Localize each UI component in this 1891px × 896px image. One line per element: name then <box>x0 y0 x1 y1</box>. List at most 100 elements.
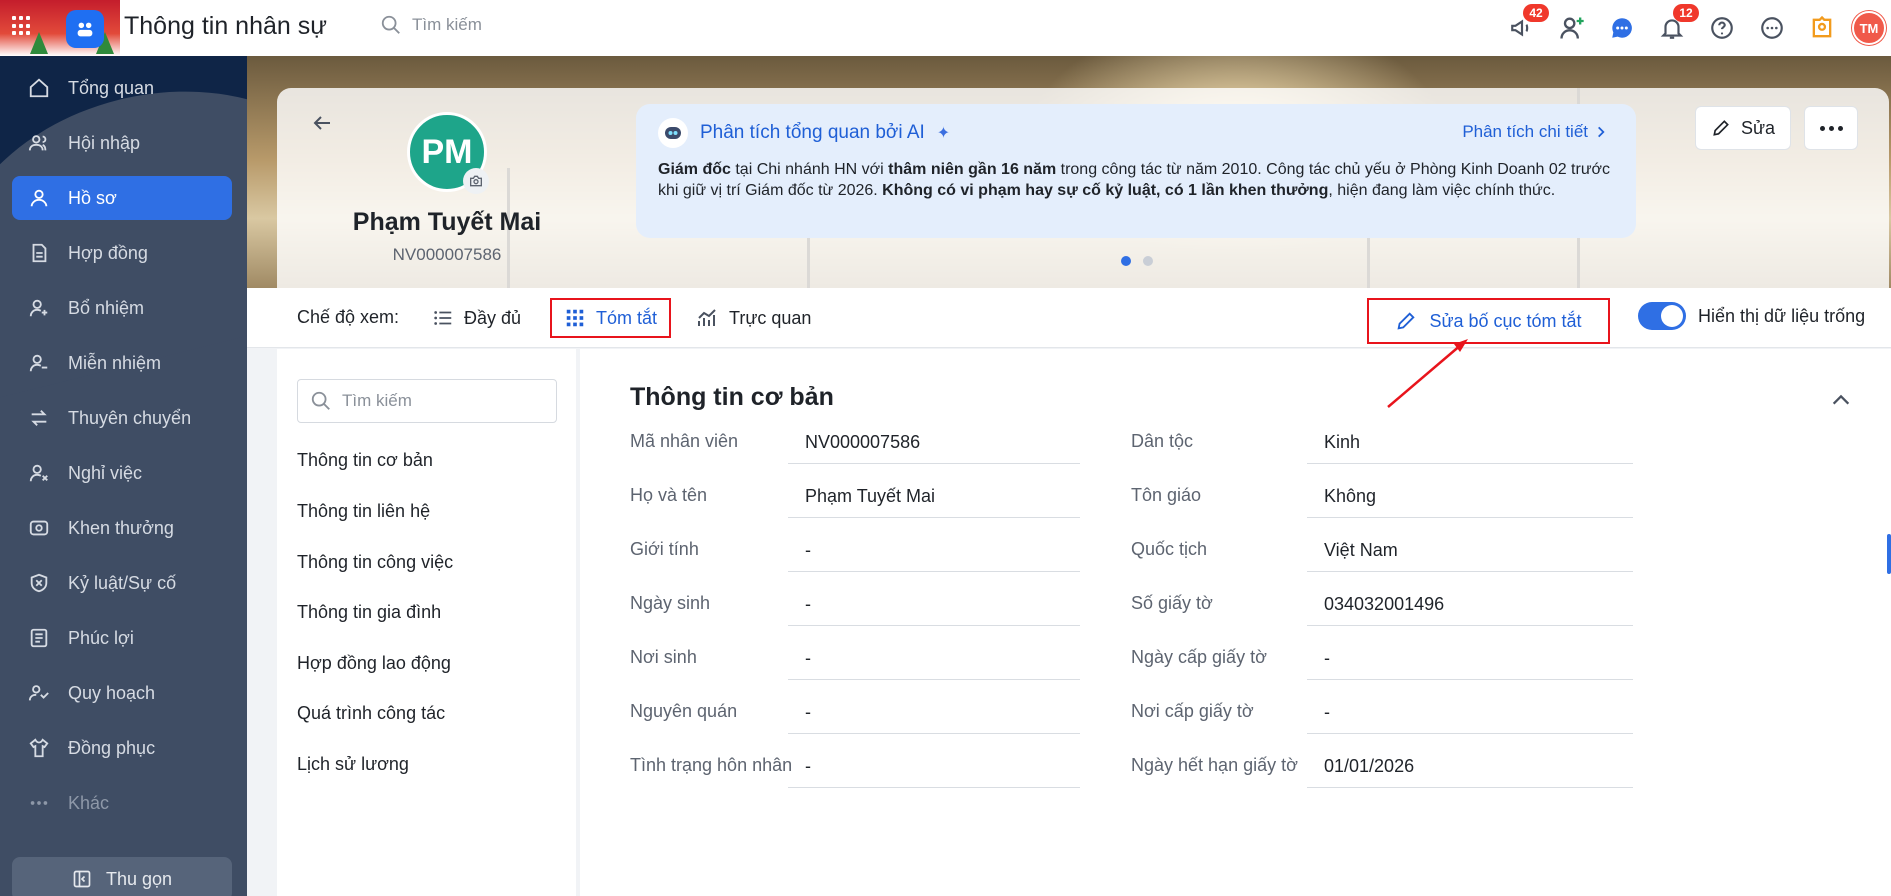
back-button[interactable] <box>307 108 337 138</box>
sidebar-item[interactable]: Quy hoạch <box>12 671 232 715</box>
global-search[interactable]: Tìm kiếm <box>380 14 482 36</box>
sidebar-item[interactable]: Bổ nhiệm <box>12 286 232 330</box>
collapse-sidebar-button[interactable]: Thu gọn <box>12 857 232 896</box>
field-label: Ngày hết hạn giấy tờ <box>1131 755 1298 775</box>
sidebar-item-label: Nghỉ việc <box>68 462 143 483</box>
app-grid-icon[interactable] <box>12 16 32 36</box>
field-label: Nguyên quán <box>630 701 738 721</box>
sidebar-item-label: Khen thưởng <box>68 517 174 538</box>
view-option-summary-label: Tóm tắt <box>596 307 658 328</box>
section-nav-item[interactable]: Thông tin cơ bản <box>297 450 433 471</box>
chevron-right-icon <box>1598 126 1605 138</box>
sidebar-item-label: Khác <box>68 792 110 813</box>
section-nav-item[interactable]: Quá trình công tác <box>297 703 445 724</box>
add-user-button[interactable] <box>1547 0 1597 56</box>
field-value: - <box>1307 692 1633 734</box>
user-minus-icon <box>28 352 50 374</box>
user-avatar-button[interactable]: TM <box>1847 0 1891 56</box>
ai-robot-icon <box>658 118 688 148</box>
sidebar-item[interactable]: Hội nhập <box>12 121 232 165</box>
sidebar-item-label: Phúc lợi <box>68 627 134 648</box>
planning-icon <box>28 682 50 704</box>
change-photo-button[interactable] <box>463 168 489 194</box>
ai-detail-label: Phân tích chi tiết <box>1462 122 1588 141</box>
ai-summary-title: Phân tích tổng quan bởi AI <box>700 122 925 143</box>
employee-code: NV000007586 <box>392 245 502 264</box>
location-user-icon <box>1812 15 1832 38</box>
list-icon <box>434 311 452 325</box>
section-nav-item[interactable]: Thông tin công việc <box>297 552 453 573</box>
ai-summary-text: Giám đốc tại Chi nhánh HN với thâm niên … <box>658 159 1618 201</box>
checkin-button[interactable] <box>1797 0 1847 56</box>
field-label: Dân tộc <box>1131 431 1194 451</box>
more-apps-button[interactable] <box>1747 0 1797 56</box>
edit-profile-label: Sửa <box>1740 117 1776 138</box>
sidebar-menu: Tổng quan Hội nhập Hồ sơ Hợp đồng Bổ nhiệm Mi… <box>12 66 232 836</box>
section-nav-panel: Tìm kiếm Thông tin cơ bản Thông tin liên … <box>277 349 576 896</box>
sidebar-item[interactable]: Hợp đồng <box>12 231 232 275</box>
sidebar-item[interactable]: Khác <box>12 781 232 825</box>
notification-badge: 12 <box>1673 4 1699 22</box>
document-icon <box>28 242 50 264</box>
search-icon <box>381 15 400 34</box>
field-value: Không <box>1307 476 1633 518</box>
collapse-icon <box>73 870 91 888</box>
sidebar-item-label: Đồng phục <box>68 737 156 758</box>
user-x-icon <box>28 462 50 484</box>
sidebar-item[interactable]: Miễn nhiệm <box>12 341 232 385</box>
transfer-icon <box>28 407 50 429</box>
view-option-visual[interactable]: Trực quan <box>683 298 823 338</box>
sidebar-item[interactable]: Phúc lợi <box>12 616 232 660</box>
app-logo-icon[interactable] <box>66 10 104 48</box>
announcement-button[interactable]: 42 <box>1497 0 1549 56</box>
sidebar-item-label: Tổng quan <box>68 77 155 98</box>
collapse-section-button[interactable] <box>1830 389 1852 416</box>
section-nav-item[interactable]: Lịch sử lương <box>297 754 409 775</box>
chat-icon <box>1612 18 1632 38</box>
ai-summary-segment: tại Chi nhánh HN với <box>730 161 889 178</box>
sidebar-item[interactable]: Nghỉ việc <box>12 451 232 495</box>
field-label: Nơi cấp giấy tờ <box>1131 701 1254 721</box>
user-icon <box>28 187 50 209</box>
sidebar-item[interactable]: Tổng quan <box>12 66 232 110</box>
sidebar-item[interactable]: Khen thưởng <box>12 506 232 550</box>
ai-summary-segment: Không có vi phạm hay sự cố kỷ luật, có 1… <box>882 182 1329 199</box>
more-circle-icon <box>1761 17 1783 39</box>
collapse-label: Thu gọn <box>105 868 173 889</box>
more-actions-button[interactable] <box>1804 106 1858 150</box>
users-icon <box>28 132 50 154</box>
show-empty-toggle[interactable] <box>1638 302 1686 330</box>
field-value: 01/01/2026 <box>1307 746 1633 788</box>
sidebar-item[interactable]: Kỷ luật/Sự cố <box>12 561 232 605</box>
field-value: Kinh <box>1307 422 1633 464</box>
view-option-summary[interactable]: Tóm tắt <box>550 298 672 338</box>
ai-detail-link[interactable]: Phân tích chi tiết <box>1462 122 1608 142</box>
scrollbar[interactable] <box>1887 534 1891 574</box>
notification-button[interactable]: 12 <box>1647 0 1699 56</box>
edit-profile-button[interactable]: Sửa <box>1695 106 1791 150</box>
chat-button[interactable] <box>1597 0 1647 56</box>
edit-summary-layout-button[interactable]: Sửa bố cục tóm tắt <box>1367 298 1610 344</box>
sidebar-item[interactable]: Hồ sơ <box>12 176 232 220</box>
user-plus-icon <box>1560 17 1584 39</box>
section-nav-item[interactable]: Hợp đồng lao động <box>297 653 451 674</box>
field-value: Việt Nam <box>1307 530 1633 572</box>
help-button[interactable] <box>1697 0 1747 56</box>
carousel-dot-active[interactable] <box>1121 256 1131 266</box>
show-empty-label: Hiển thị dữ liệu trống <box>1698 305 1866 326</box>
pencil-icon <box>1397 312 1416 330</box>
more-icon <box>28 792 50 814</box>
section-nav-item[interactable]: Thông tin liên hệ <box>297 501 430 522</box>
carousel-dot[interactable] <box>1143 256 1153 266</box>
field-label: Tôn giáo <box>1131 485 1202 505</box>
view-mode-bar: Chế độ xem: Đầy đủ Tóm tắt Trực quan Sửa… <box>247 288 1891 348</box>
section-nav-item[interactable]: Thông tin gia đình <box>297 602 441 623</box>
field-value: 034032001496 <box>1307 584 1633 626</box>
view-option-full[interactable]: Đầy đủ <box>420 298 533 338</box>
section-search-input[interactable]: Tìm kiếm <box>297 379 557 423</box>
field-value: - <box>788 584 1080 626</box>
view-option-visual-label: Trực quan <box>729 307 812 328</box>
sidebar-item[interactable]: Đồng phục <box>12 726 232 770</box>
employee-name: Phạm Tuyết Mai <box>352 208 542 236</box>
sidebar-item[interactable]: Thuyên chuyển <box>12 396 232 440</box>
